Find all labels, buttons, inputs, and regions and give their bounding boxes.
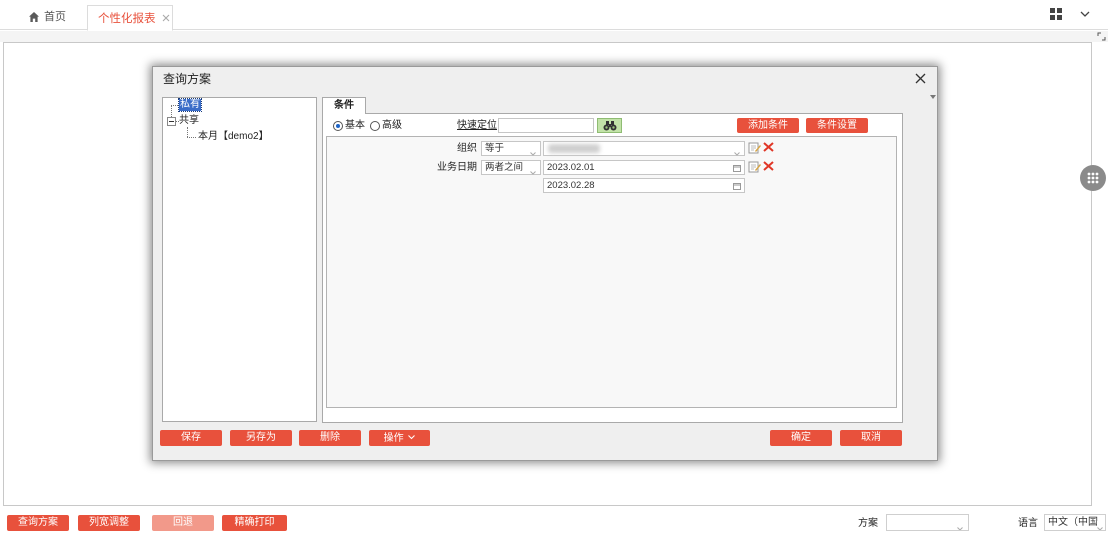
cancel-button[interactable]: 取消 [840,430,902,446]
chevron-down-icon [530,166,536,179]
floating-menu-button[interactable] [1080,165,1106,191]
calendar-icon[interactable] [733,164,741,172]
mode-basic-label: 基本 [345,120,365,131]
dialog-close-icon[interactable] [914,72,927,85]
undo-button[interactable]: 回退 [152,515,214,531]
edit-condition-icon[interactable] [748,161,762,173]
quick-locate-label: 快速定位 [457,120,497,131]
tree-connector [187,127,188,137]
tab-strip-gap [0,31,1108,42]
delete-condition-icon[interactable] [763,142,774,152]
tab-custom-report[interactable]: 个性化报表 [87,5,173,31]
caret-down-icon[interactable] [930,91,936,99]
delete-condition-icon[interactable] [763,161,774,171]
tree-connector [187,137,196,138]
condition-operator-select[interactable]: 等于 [481,141,541,156]
redacted-value [548,144,600,153]
confirm-button[interactable]: 确定 [770,430,832,446]
calendar-icon[interactable] [733,182,741,190]
condition-field-label: 组织 [457,143,477,154]
condition-operator-select[interactable]: 两者之间 [481,160,541,175]
tree-node-this-month[interactable]: 本月【demo2】 [198,131,269,143]
scheme-label: 方案 [858,518,878,529]
close-icon[interactable] [162,14,170,22]
tree-node-shared[interactable]: 共享 [179,115,199,127]
save-button[interactable]: 保存 [160,430,222,446]
operate-label: 操作 [383,433,404,444]
binoculars-icon [603,120,617,131]
condition-list: 组织 等于 业务日期 两者之间 2023.02.01 2023.02.28 [326,136,897,408]
tree-connector [171,105,172,117]
dialog-title: 查询方案 [163,72,212,86]
organization-value-select[interactable] [543,141,745,156]
chevron-down-icon[interactable] [1080,10,1090,17]
tree-connector [171,105,178,106]
save-as-button[interactable]: 另存为 [230,430,292,446]
chevron-down-icon [530,147,536,160]
language-label: 语言 [1018,518,1038,529]
expand-corner-icon[interactable] [1097,32,1106,41]
query-scheme-dialog: 查询方案 私有 共享 本月【demo2】 条件 基本 高级 快速定位 添加条件 … [152,66,938,461]
tab-home[interactable]: 首页 [28,6,66,28]
grid-menu-icon[interactable] [1050,8,1062,20]
mode-advanced-radio[interactable] [370,121,380,131]
scheme-tree: 私有 共享 本月【demo2】 [162,97,317,422]
precise-print-button[interactable]: 精确打印 [222,515,287,531]
operator-value: 两者之间 [485,162,524,173]
add-condition-button[interactable]: 添加条件 [737,118,799,133]
query-scheme-button[interactable]: 查询方案 [7,515,69,531]
tab-conditions[interactable]: 条件 [322,97,366,114]
language-select[interactable]: 中文（中国 [1044,514,1106,531]
condition-field-label: 业务日期 [437,162,477,173]
find-button[interactable] [597,118,622,133]
chevron-down-icon [1097,521,1103,530]
edit-condition-icon[interactable] [748,142,762,154]
operator-value: 等于 [485,143,505,154]
dots-grid-icon [1087,172,1099,184]
date-from-input[interactable] [543,160,745,175]
column-width-button[interactable]: 列宽调整 [78,515,140,531]
condition-settings-button[interactable]: 条件设置 [806,118,868,133]
chevron-down-icon [957,521,963,530]
quick-locate-input[interactable] [498,118,594,133]
tree-collapse-icon[interactable] [167,117,176,126]
chevron-down-icon [408,430,416,446]
operate-menu-button[interactable]: 操作 [369,430,430,446]
language-value: 中文（中国 [1048,517,1098,528]
mode-advanced-label: 高级 [382,120,402,131]
conditions-panel: 基本 高级 快速定位 添加条件 条件设置 组织 等于 业务日期 两者之间 202… [322,113,903,423]
mode-basic-radio[interactable] [333,121,343,131]
tab-bar: 首页 个性化报表 [0,0,1108,31]
delete-button[interactable]: 删除 [299,430,361,446]
date-to-input[interactable] [543,178,745,193]
tab-home-label: 首页 [44,11,66,23]
tree-node-private[interactable]: 私有 [178,98,202,112]
home-icon [28,11,40,23]
chevron-down-icon [734,147,740,160]
scheme-select[interactable] [886,514,969,531]
tab-custom-report-label: 个性化报表 [98,13,156,25]
